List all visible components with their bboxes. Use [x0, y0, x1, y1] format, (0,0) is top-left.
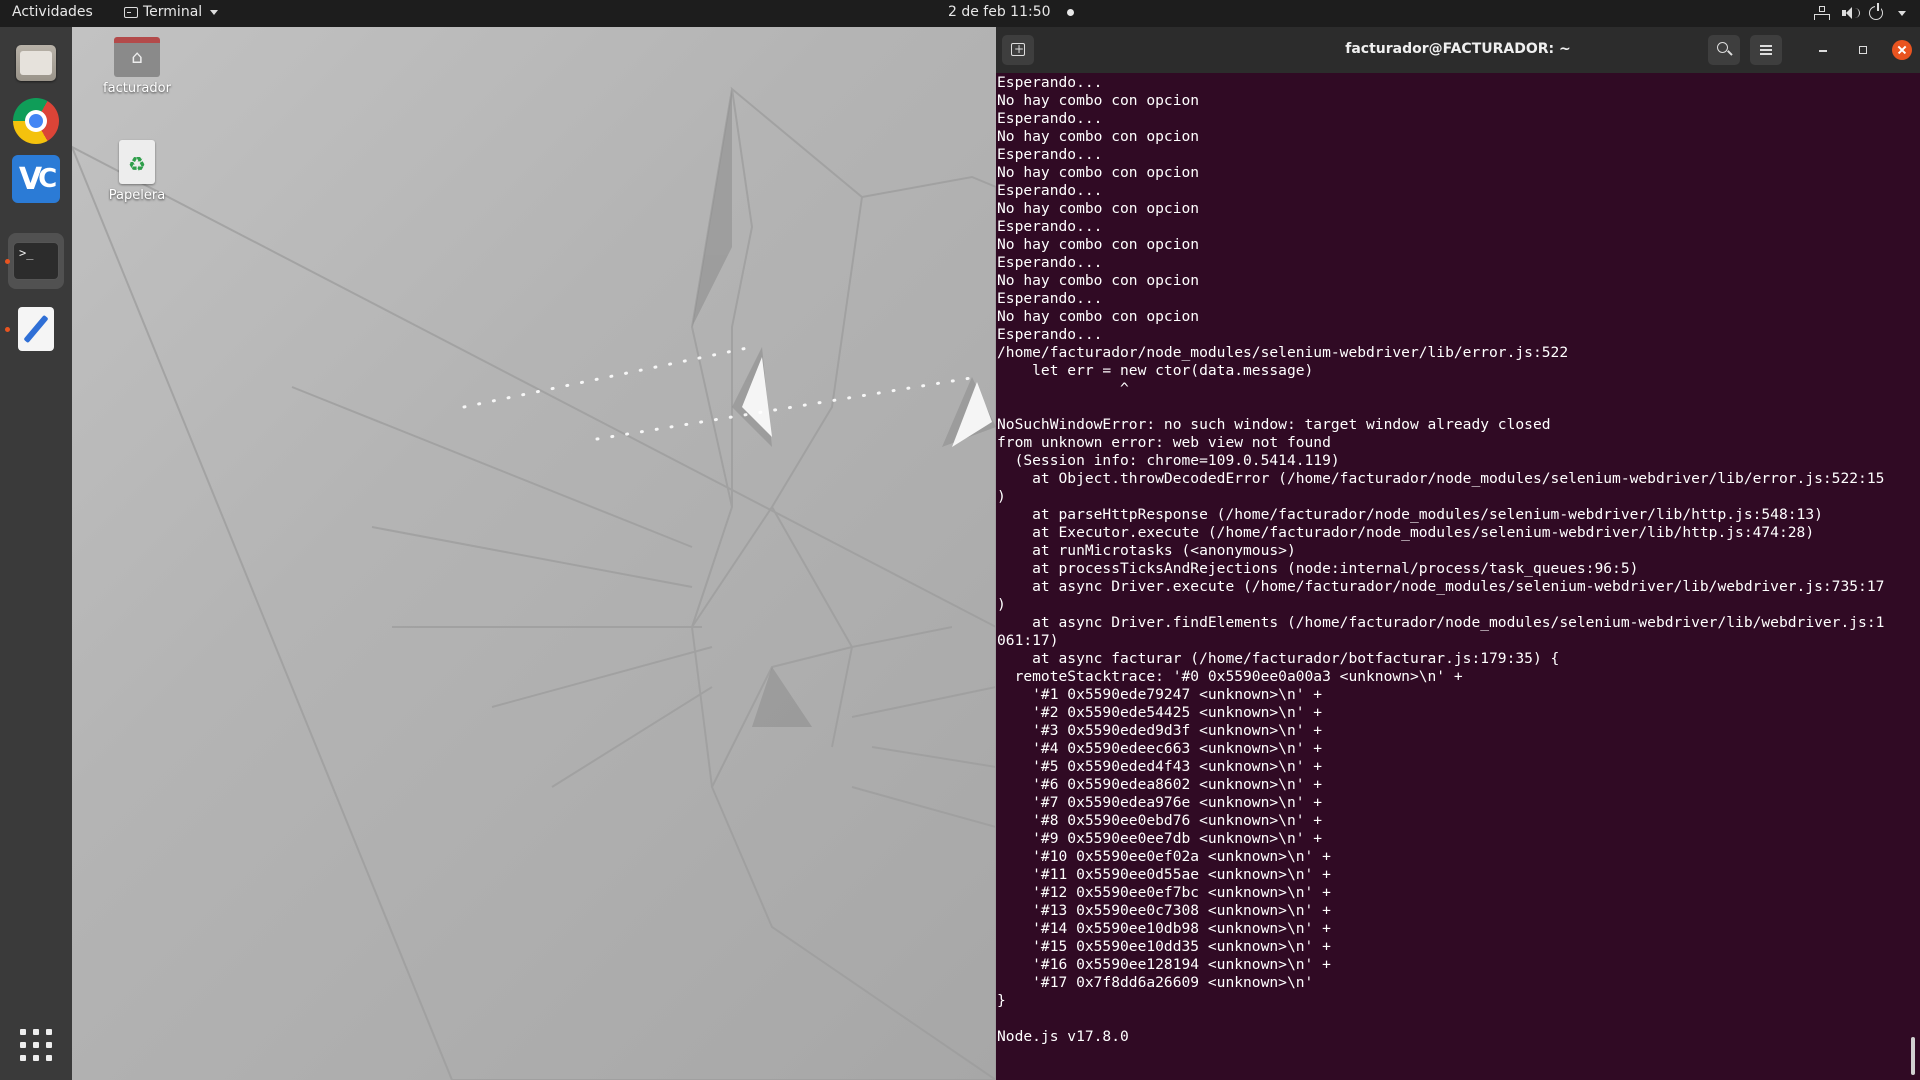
app-menu-terminal[interactable]: Terminal: [124, 4, 219, 20]
home-folder-icon: [114, 37, 160, 77]
terminal-line: Esperando...: [997, 290, 1103, 307]
desktop-icon-home-folder[interactable]: facturador: [92, 37, 182, 96]
terminal-line: Esperando...: [997, 326, 1103, 343]
terminal-line: Node.js v17.8.0: [997, 1028, 1129, 1045]
maximize-button[interactable]: [1854, 41, 1872, 59]
terminal-line: Esperando...: [997, 146, 1103, 163]
search-button[interactable]: [1708, 35, 1740, 65]
text-editor-icon: [18, 307, 54, 351]
terminal-line: '#5 0x5590eded4f43 <unknown>\n' +: [997, 758, 1323, 775]
terminal-line: No hay combo con opcion: [997, 272, 1200, 289]
terminal-line: at async Driver.execute (/home/facturado…: [997, 578, 1885, 595]
dock: VC >_: [0, 27, 72, 1080]
notification-dot-icon: [1066, 8, 1074, 16]
terminal-icon: >_: [13, 242, 59, 280]
files-icon: [16, 45, 56, 81]
terminal-output[interactable]: Esperando... No hay combo con opcion Esper…: [997, 74, 1909, 1046]
show-applications-icon[interactable]: [20, 1029, 52, 1061]
terminal-icon: [124, 6, 138, 18]
desktop-icon-label: Papelera: [108, 188, 166, 203]
terminal-line: '#12 0x5590ee0ef7bc <unknown>\n' +: [997, 884, 1331, 901]
dock-item-chrome[interactable]: [8, 93, 64, 149]
terminal-line: '#17 0x7f8dd6a26609 <unknown>\n': [997, 974, 1314, 991]
clock-label: 2 de feb 11:50: [948, 4, 1051, 20]
terminal-line: '#15 0x5590ee10dd35 <unknown>\n' +: [997, 938, 1331, 955]
terminal-line: 061:17): [997, 632, 1059, 649]
terminal-line: No hay combo con opcion: [997, 308, 1200, 325]
terminal-line: at parseHttpResponse (/home/facturador/n…: [997, 506, 1823, 523]
terminal-line: ): [997, 488, 1006, 505]
trash-icon: [119, 140, 155, 184]
terminal-line: at async facturar (/home/facturador/botf…: [997, 650, 1560, 667]
running-indicator: [5, 327, 10, 332]
terminal-line: ): [997, 596, 1006, 613]
clock-button[interactable]: 2 de feb 11:50: [948, 4, 1074, 20]
chevron-down-icon: [1898, 10, 1906, 16]
system-tray[interactable]: [1813, 3, 1906, 21]
terminal-scrollbar[interactable]: [1911, 1037, 1915, 1075]
terminal-line: '#11 0x5590ee0d55ae <unknown>\n' +: [997, 866, 1331, 883]
chevron-down-icon: [210, 9, 219, 15]
terminal-window[interactable]: facturador@FACTURADOR: ~ Esperando...No …: [996, 27, 1920, 1080]
dock-item-vscode[interactable]: VC: [8, 151, 64, 207]
terminal-line: '#9 0x5590ee0ee7db <unknown>\n' +: [997, 830, 1323, 847]
terminal-line: /home/facturador/node_modules/selenium-w…: [997, 344, 1569, 361]
terminal-line: No hay combo con opcion: [997, 164, 1200, 181]
terminal-line: at Object.throwDecodedError (/home/factu…: [997, 470, 1885, 487]
power-icon: [1869, 3, 1883, 20]
terminal-line: }: [997, 992, 1006, 1009]
dock-item-files[interactable]: [8, 35, 64, 91]
vscode-icon: VC: [12, 155, 60, 203]
terminal-titlebar[interactable]: facturador@FACTURADOR: ~: [996, 27, 1920, 73]
terminal-line: '#3 0x5590eded9d3f <unknown>\n' +: [997, 722, 1323, 739]
terminal-line: No hay combo con opcion: [997, 92, 1200, 109]
terminal-line: Esperando...: [997, 254, 1103, 271]
network-icon: [1813, 5, 1830, 21]
terminal-line: '#16 0x5590ee128194 <unknown>\n' +: [997, 956, 1331, 973]
terminal-line: No hay combo con opcion: [997, 200, 1200, 217]
minimize-button[interactable]: [1814, 41, 1832, 59]
chrome-icon: [13, 98, 59, 144]
terminal-line: NoSuchWindowError: no such window: targe…: [997, 416, 1551, 433]
running-indicator: [5, 259, 10, 264]
terminal-line: at processTicksAndRejections (node:inter…: [997, 560, 1639, 577]
terminal-line: at runMicrotasks (<anonymous>): [997, 542, 1296, 559]
terminal-line: from unknown error: web view not found: [997, 434, 1331, 451]
terminal-line: '#10 0x5590ee0ef02a <unknown>\n' +: [997, 848, 1331, 865]
activities-button[interactable]: Actividades: [12, 4, 93, 20]
terminal-line: at async Driver.findElements (/home/fact…: [997, 614, 1885, 631]
terminal-line: remoteStacktrace: '#0 0x5590ee0a00a3 <un…: [997, 668, 1463, 685]
dock-item-text-editor[interactable]: [5, 301, 64, 357]
close-button[interactable]: [1892, 40, 1912, 60]
terminal-line: '#7 0x5590edea976e <unknown>\n' +: [997, 794, 1323, 811]
dock-item-terminal[interactable]: >_: [5, 233, 64, 289]
terminal-line: '#1 0x5590ede79247 <unknown>\n' +: [997, 686, 1323, 703]
terminal-line: Esperando...: [997, 110, 1103, 127]
terminal-line: No hay combo con opcion: [997, 236, 1200, 253]
terminal-line: '#2 0x5590ede54425 <unknown>\n' +: [997, 704, 1323, 721]
top-bar: Actividades Terminal 2 de feb 11:50: [0, 0, 1920, 27]
desktop-icon-trash[interactable]: Papelera: [92, 140, 182, 203]
terminal-line: '#14 0x5590ee10db98 <unknown>\n' +: [997, 920, 1331, 937]
wallpaper-cat-illustration: [72, 86, 996, 1080]
desktop: facturador Papelera: [72, 27, 996, 1080]
terminal-line: ^: [997, 380, 1129, 397]
terminal-line: '#13 0x5590ee0c7308 <unknown>\n' +: [997, 902, 1331, 919]
desktop-icon-label: facturador: [103, 81, 171, 96]
terminal-line: let err = new ctor(data.message): [997, 362, 1314, 379]
terminal-line: at Executor.execute (/home/facturador/no…: [997, 524, 1815, 541]
app-menu-label: Terminal: [143, 4, 203, 20]
terminal-line: '#6 0x5590edea8602 <unknown>\n' +: [997, 776, 1323, 793]
terminal-line: Esperando...: [997, 74, 1103, 91]
terminal-line: No hay combo con opcion: [997, 128, 1200, 145]
terminal-line: (Session info: chrome=109.0.5414.119): [997, 452, 1340, 469]
hamburger-menu-button[interactable]: [1750, 35, 1782, 65]
terminal-line: '#4 0x5590edeec663 <unknown>\n' +: [997, 740, 1323, 757]
terminal-line: Esperando...: [997, 182, 1103, 199]
terminal-line: Esperando...: [997, 218, 1103, 235]
volume-icon: [1841, 5, 1860, 21]
terminal-line: '#8 0x5590ee0ebd76 <unknown>\n' +: [997, 812, 1323, 829]
